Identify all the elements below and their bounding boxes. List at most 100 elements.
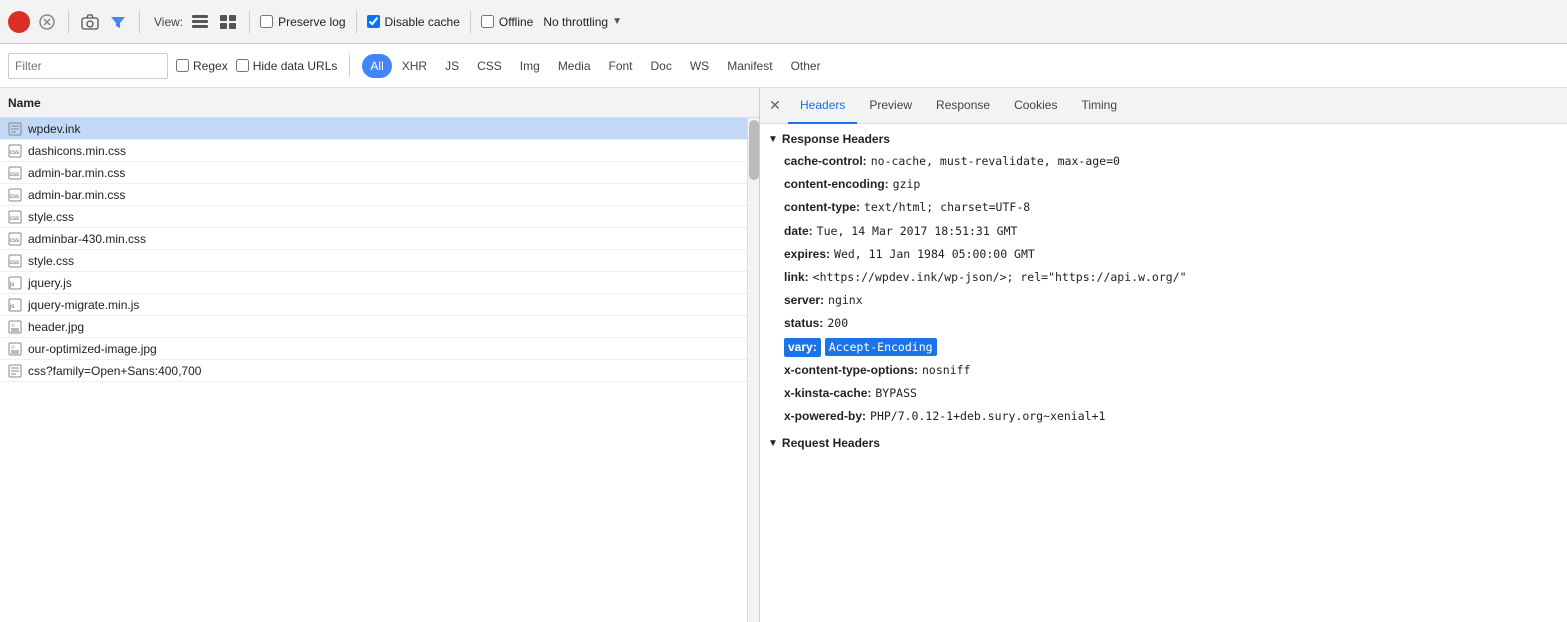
file-item[interactable]: jsjquery.js (0, 272, 759, 294)
file-item[interactable]: cssstyle.css (0, 250, 759, 272)
header-name: expires: (784, 245, 830, 264)
type-btn-img[interactable]: Img (512, 54, 548, 78)
header-value: Tue, 14 Mar 2017 18:51:31 GMT (817, 222, 1018, 240)
header-row: expires:Wed, 11 Jan 1984 05:00:00 GMT (760, 243, 1567, 266)
header-row: x-powered-by:PHP/7.0.12-1+deb.sury.org~x… (760, 405, 1567, 428)
header-row: content-encoding:gzip (760, 173, 1567, 196)
file-item[interactable]: our-optimized-image.jpg (0, 338, 759, 360)
preserve-log-group: Preserve log (260, 15, 345, 29)
detail-tab-headers[interactable]: Headers (788, 88, 857, 124)
preserve-log-checkbox[interactable] (260, 15, 273, 28)
disable-cache-label[interactable]: Disable cache (385, 15, 460, 29)
detail-content: ▼ Response Headers cache-control:no-cach… (760, 124, 1567, 622)
type-btn-media[interactable]: Media (550, 54, 599, 78)
file-item[interactable]: cssdashicons.min.css (0, 140, 759, 162)
offline-label[interactable]: Offline (499, 15, 533, 29)
header-name: x-content-type-options: (784, 361, 918, 380)
file-item[interactable]: cssadmin-bar.min.css (0, 184, 759, 206)
detail-tab-timing[interactable]: Timing (1069, 88, 1129, 124)
hide-data-urls-checkbox[interactable] (236, 59, 249, 72)
file-item[interactable]: css?family=Open+Sans:400,700 (0, 360, 759, 382)
hide-data-urls-label[interactable]: Hide data URLs (253, 59, 338, 73)
request-headers-label: Request Headers (782, 436, 880, 450)
img-file-icon (8, 342, 22, 356)
header-name: content-type: (784, 198, 860, 217)
file-item[interactable]: wpdev.ink (0, 118, 759, 140)
record-button[interactable] (8, 11, 30, 33)
header-name: content-encoding: (784, 175, 889, 194)
response-headers-label: Response Headers (782, 132, 890, 146)
close-panel-button[interactable]: ✕ (764, 95, 786, 117)
font-file-icon (8, 364, 22, 378)
file-item[interactable]: cssadminbar-430.min.css (0, 228, 759, 250)
detail-tabs-container: HeadersPreviewResponseCookiesTiming (788, 88, 1129, 124)
throttling-dropdown-arrow[interactable]: ▼ (612, 16, 622, 27)
preserve-log-label[interactable]: Preserve log (278, 15, 345, 29)
header-row: server:nginx (760, 289, 1567, 312)
type-btn-doc[interactable]: Doc (643, 54, 680, 78)
type-btn-xhr[interactable]: XHR (394, 54, 435, 78)
header-name: x-kinsta-cache: (784, 384, 871, 403)
file-item[interactable]: cssadmin-bar.min.css (0, 162, 759, 184)
file-name: style.css (28, 254, 74, 268)
type-btn-all[interactable]: All (362, 54, 391, 78)
separator-5 (470, 11, 471, 33)
doc-file-icon (8, 122, 22, 136)
file-item[interactable]: header.jpg (0, 316, 759, 338)
svg-text:css: css (10, 172, 19, 178)
svg-text:css: css (10, 150, 19, 156)
filter-icon[interactable] (107, 11, 129, 33)
type-btn-font[interactable]: Font (601, 54, 641, 78)
svg-text:css: css (10, 238, 19, 244)
request-headers-section[interactable]: ▼ Request Headers (760, 432, 1567, 454)
file-name: header.jpg (28, 320, 84, 334)
no-throttling-label[interactable]: No throttling (543, 15, 608, 29)
header-value: no-cache, must-revalidate, max-age=0 (871, 152, 1120, 170)
scrollbar-thumb[interactable] (749, 120, 759, 180)
header-row: link:<https://wpdev.ink/wp-json/>; rel="… (760, 266, 1567, 289)
file-name: our-optimized-image.jpg (28, 342, 157, 356)
filter-input[interactable] (8, 53, 168, 79)
list-view-button[interactable] (189, 11, 211, 33)
header-row: x-kinsta-cache:BYPASS (760, 382, 1567, 405)
header-value: text/html; charset=UTF-8 (864, 198, 1030, 216)
detail-panel: ✕ HeadersPreviewResponseCookiesTiming ▼ … (760, 88, 1567, 622)
disable-cache-checkbox[interactable] (367, 15, 380, 28)
type-btn-ws[interactable]: WS (682, 54, 717, 78)
type-btn-js[interactable]: JS (437, 54, 467, 78)
svg-text:js: js (9, 304, 14, 310)
regex-checkbox[interactable] (176, 59, 189, 72)
detail-tab-response[interactable]: Response (924, 88, 1002, 124)
file-name: wpdev.ink (28, 122, 80, 136)
header-name: server: (784, 291, 824, 310)
detail-tab-cookies[interactable]: Cookies (1002, 88, 1069, 124)
file-item[interactable]: cssstyle.css (0, 206, 759, 228)
type-btn-other[interactable]: Other (783, 54, 829, 78)
offline-group: Offline (481, 15, 533, 29)
camera-icon[interactable] (79, 11, 101, 33)
header-value: gzip (893, 175, 921, 193)
scrollbar[interactable] (747, 118, 759, 622)
hide-data-urls-group: Hide data URLs (236, 59, 338, 73)
css-file-icon: css (8, 188, 22, 202)
header-row: status:200 (760, 312, 1567, 335)
header-name-vary: vary: (784, 338, 821, 357)
type-btn-manifest[interactable]: Manifest (719, 54, 780, 78)
header-row: cache-control:no-cache, must-revalidate,… (760, 150, 1567, 173)
type-btn-css[interactable]: CSS (469, 54, 510, 78)
group-view-button[interactable] (217, 11, 239, 33)
css-file-icon: css (8, 166, 22, 180)
file-item[interactable]: jsjquery-migrate.min.js (0, 294, 759, 316)
separator-1 (68, 11, 69, 33)
detail-tab-preview[interactable]: Preview (857, 88, 924, 124)
js-file-icon: js (8, 276, 22, 290)
header-value: <https://wpdev.ink/wp-json/>; rel="https… (813, 268, 1187, 286)
response-headers-section[interactable]: ▼ Response Headers (760, 128, 1567, 150)
regex-label[interactable]: Regex (193, 59, 228, 73)
separator-3 (249, 11, 250, 33)
header-value: nosniff (922, 361, 970, 379)
header-row: x-content-type-options:nosniff (760, 359, 1567, 382)
separator-2 (139, 11, 140, 33)
stop-button[interactable] (36, 11, 58, 33)
offline-checkbox[interactable] (481, 15, 494, 28)
